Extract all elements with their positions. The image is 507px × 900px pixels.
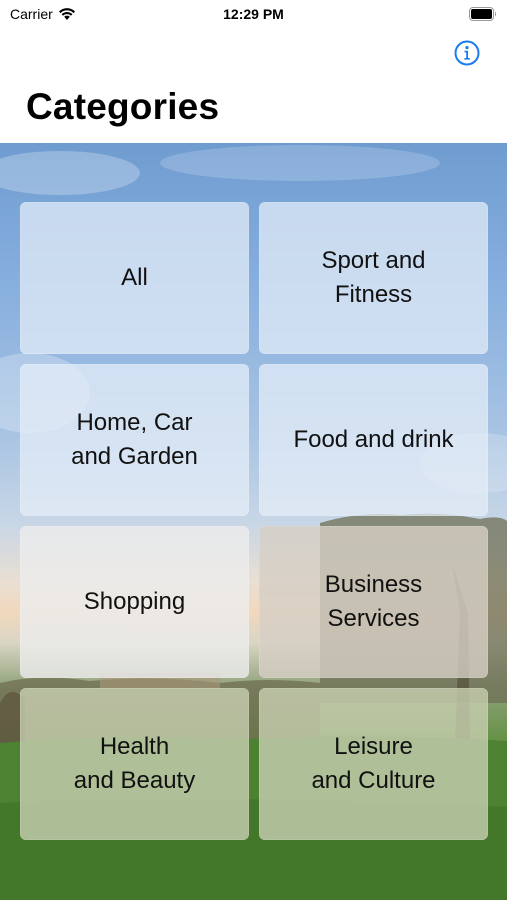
category-tile-health-and-beauty[interactable]: Health and Beauty xyxy=(20,688,249,840)
category-tile-leisure-and-culture[interactable]: Leisure and Culture xyxy=(259,688,488,840)
category-tile-shopping[interactable]: Shopping xyxy=(20,526,249,678)
status-time: 12:29 PM xyxy=(223,6,284,22)
category-tile-business-services[interactable]: Business Services xyxy=(259,526,488,678)
category-label: Food and drink xyxy=(293,426,454,453)
category-label: Leisure and Culture xyxy=(311,733,436,794)
category-label: Business Services xyxy=(324,571,423,632)
category-tile-sport-and-fitness[interactable]: Sport and Fitness xyxy=(259,202,488,354)
battery-icon xyxy=(469,7,496,21)
category-label: All xyxy=(121,264,148,291)
category-tile-home-car-and-garden[interactable]: Home, Car and Garden xyxy=(20,364,249,516)
info-circle-icon[interactable] xyxy=(454,40,480,66)
status-bar: Carrier 12:29 PM xyxy=(0,0,507,30)
category-label: Home, Car and Garden xyxy=(71,409,198,470)
category-label: Shopping xyxy=(83,588,186,615)
category-label: Health and Beauty xyxy=(73,733,196,794)
categories-grid: All Sport and Fitness Home, Car and Gard… xyxy=(20,202,488,840)
page-title: Categories xyxy=(26,86,220,127)
navigation-header: Categories xyxy=(0,30,507,143)
category-tile-food-and-drink[interactable]: Food and drink xyxy=(259,364,488,516)
category-label: Sport and Fitness xyxy=(321,247,426,308)
category-tile-all[interactable]: All xyxy=(20,202,249,354)
